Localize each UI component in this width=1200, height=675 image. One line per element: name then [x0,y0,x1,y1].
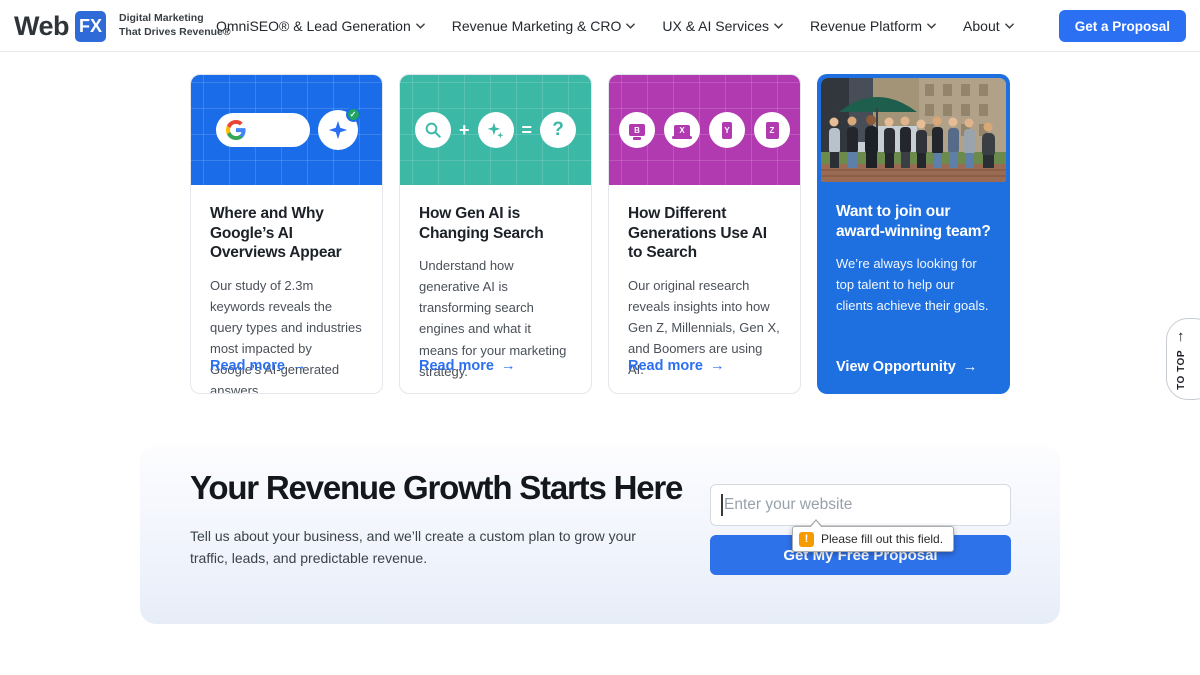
team-photo [821,78,1006,182]
nav-item-ux-ai-services[interactable]: UX & AI Services [662,18,783,34]
webfx-homepage: Web FX Digital Marketing That Drives Rev… [0,0,1200,675]
tagline-line2: That Drives Revenue® [119,26,231,40]
card-join-team: Want to join our award-winning team? We’… [817,74,1010,394]
link-label: Read more [419,358,494,374]
warning-icon: ! [799,532,814,547]
search-icon [424,121,442,139]
card-title: Where and Why Google’s AI Overviews Appe… [210,204,363,263]
nav-item-omniseo-lead-generation[interactable]: OmniSEO® & Lead Generation [216,18,425,34]
card-header-equation-illustration: + = ? [400,75,591,185]
device-letter: B [634,126,640,135]
equals-sign: = [522,120,533,141]
ai-sparkle-icon [327,119,349,141]
gen-y-device-bubble: Y [709,112,745,148]
check-badge-icon: ✓ [346,107,361,122]
card-gen-ai-search: + = ? How Gen AI is Changing Search Unde… [399,74,592,394]
website-input[interactable] [710,484,1011,526]
plus-sign: + [459,120,470,141]
google-search-pill [216,113,310,147]
arrow-right-icon: → [292,358,307,374]
nav-label: UX & AI Services [662,18,769,34]
sparkles-icon [486,121,505,140]
nav-item-revenue-marketing-cro[interactable]: Revenue Marketing & CRO [452,18,636,34]
card-header-google-illustration: ✓ [191,75,382,185]
validation-tooltip: ! Please fill out this field. [792,526,954,552]
gen-x-device-bubble: X [664,112,700,148]
top-navigation-bar: Web FX Digital Marketing That Drives Rev… [0,0,1200,52]
gen-z-device-bubble: Z [754,112,790,148]
logo-text: Web [14,11,69,42]
revenue-growth-section: Your Revenue Growth Starts Here Tell us … [140,445,1060,624]
validation-message: Please fill out this field. [821,532,943,546]
arrow-right-icon: → [710,358,725,374]
sparkles-bubble [478,112,514,148]
back-to-top-button[interactable]: ↑ TO TOP [1166,318,1200,400]
section-subtext: Tell us about your business, and we’ll c… [190,525,636,570]
arrow-up-icon: ↑ [1177,328,1185,345]
chevron-down-icon [774,23,783,29]
link-label: Read more [628,358,703,374]
card-description: We’re always looking for top talent to h… [836,253,991,316]
chevron-down-icon [626,23,635,29]
nav-item-revenue-platform[interactable]: Revenue Platform [810,18,936,34]
read-more-link[interactable]: Read more → [210,358,306,374]
subtext-line1: Tell us about your business, and we’ll c… [190,525,636,547]
question-mark-icon: ? [552,119,564,141]
device-letter: Z [770,126,775,135]
card-body: Want to join our award-winning team? We’… [817,182,1010,316]
nav-label: About [963,18,1000,34]
boomer-device-bubble: B [619,112,655,148]
main-nav: OmniSEO® & Lead Generation Revenue Marke… [216,0,1014,52]
view-opportunity-link[interactable]: View Opportunity → [836,359,977,375]
read-more-link[interactable]: Read more → [628,358,724,374]
arrow-right-icon: → [501,358,516,374]
read-more-link[interactable]: Read more → [419,358,515,374]
question-bubble: ? [540,112,576,148]
link-label: View Opportunity [836,359,956,375]
card-header-devices-illustration: B X Y Z [609,75,800,185]
nav-label: Revenue Marketing & CRO [452,18,622,34]
subtext-line2: traffic, leads, and predictable revenue. [190,547,636,569]
logo-tagline: Digital Marketing That Drives Revenue® [119,12,231,39]
arrow-right-icon: → [963,359,978,375]
team-photo-illustration [821,78,1006,182]
search-bubble [415,112,451,148]
card-body: How Gen AI is Changing Search Understand… [400,185,591,382]
chevron-down-icon [416,23,425,29]
card-description: Our study of 2.3m keywords reveals the q… [210,275,363,394]
nav-label: Revenue Platform [810,18,922,34]
card-title: How Different Generations Use AI to Sear… [628,204,781,263]
link-label: Read more [210,358,285,374]
text-caret [721,494,723,516]
nav-item-about[interactable]: About [963,18,1014,34]
card-ai-overviews: ✓ Where and Why Google’s AI Overviews Ap… [190,74,383,394]
tagline-line1: Digital Marketing [119,12,231,26]
phone-icon: Y [722,122,732,139]
logo-fx-badge: FX [75,11,106,42]
tooltip-caret [810,521,822,528]
tablet-icon: Z [766,122,779,139]
laptop-icon: X [674,125,690,136]
nav-label: OmniSEO® & Lead Generation [216,18,411,34]
webfx-logo[interactable]: Web FX Digital Marketing That Drives Rev… [14,0,231,52]
card-title: How Gen AI is Changing Search [419,204,572,243]
device-letter: Y [724,126,729,135]
card-body: How Different Generations Use AI to Sear… [609,185,800,380]
monitor-icon: B [629,124,645,136]
card-generations-ai: B X Y Z How Different Generations Use AI… [608,74,801,394]
chevron-down-icon [1005,23,1014,29]
gemini-sparkle-bubble: ✓ [318,110,358,150]
google-g-icon [226,120,246,140]
feature-cards-row: ✓ Where and Why Google’s AI Overviews Ap… [190,74,1010,394]
section-heading: Your Revenue Growth Starts Here [190,469,682,507]
card-title: Want to join our award-winning team? [836,202,991,241]
get-a-proposal-button[interactable]: Get a Proposal [1059,10,1186,42]
back-to-top-label: TO TOP [1176,350,1187,390]
chevron-down-icon [927,23,936,29]
device-letter: X [679,126,684,135]
